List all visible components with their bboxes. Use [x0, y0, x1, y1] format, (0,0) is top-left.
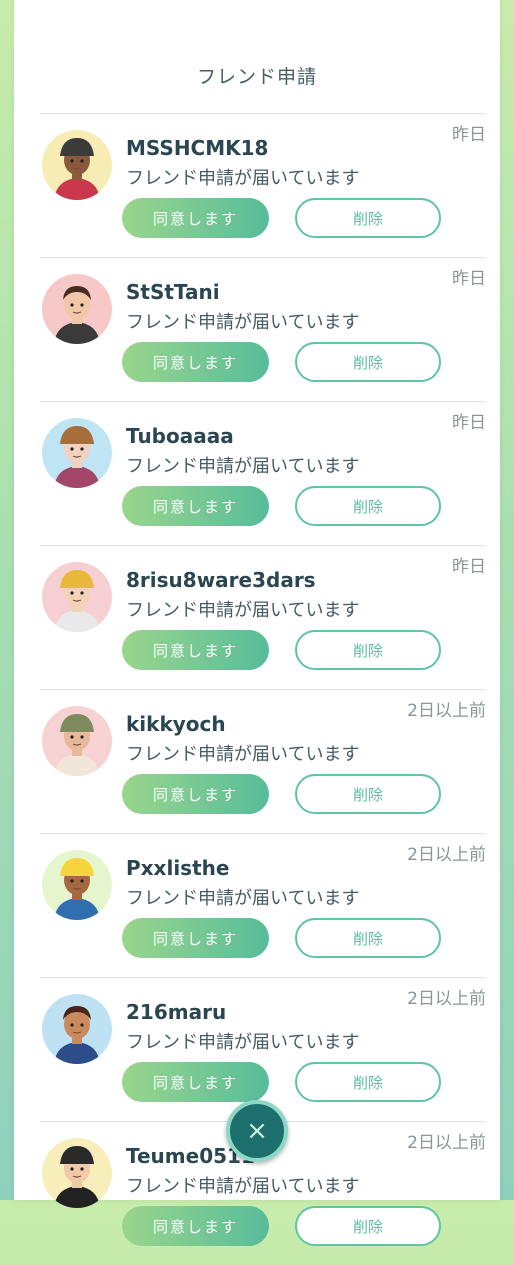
- delete-button[interactable]: 削除: [295, 342, 441, 382]
- close-button[interactable]: ×: [226, 1100, 288, 1162]
- accept-button[interactable]: 同意します: [122, 918, 269, 958]
- accept-button[interactable]: 同意します: [122, 630, 269, 670]
- delete-button[interactable]: 削除: [295, 918, 441, 958]
- request-time: 2日以上前: [403, 696, 486, 721]
- close-icon: ×: [246, 1116, 268, 1146]
- request-time: 2日以上前: [403, 1128, 486, 1153]
- delete-button[interactable]: 削除: [295, 630, 441, 670]
- avatar[interactable]: [42, 562, 112, 632]
- avatar[interactable]: [42, 274, 112, 344]
- friend-request-item: 216maru フレンド申請が届いています 2日以上前同意します 削除: [40, 977, 486, 1121]
- trainer-name: MSSHCMK18: [126, 136, 269, 160]
- page-title: フレンド申請: [196, 66, 317, 88]
- trainer-name: Tuboaaaa: [126, 424, 234, 448]
- request-time: 昨日: [448, 552, 486, 577]
- trainer-name: 8risu8ware3dars: [126, 568, 316, 592]
- request-message: フレンド申請が届いています: [126, 456, 360, 477]
- friend-request-item: kikkyoch フレンド申請が届いています 2日以上前同意します 削除: [40, 689, 486, 833]
- friend-request-item: MSSHCMK18 フレンド申請が届いています 昨日同意します 削除: [40, 113, 486, 257]
- accept-button[interactable]: 同意します: [122, 198, 269, 238]
- delete-button[interactable]: 削除: [295, 486, 441, 526]
- accept-button[interactable]: 同意します: [122, 1206, 269, 1246]
- friend-request-item: Pxxlisthe フレンド申請が届いています 2日以上前同意します 削除: [40, 833, 486, 977]
- delete-button[interactable]: 削除: [295, 774, 441, 814]
- trainer-name: kikkyoch: [126, 712, 226, 736]
- avatar[interactable]: [42, 418, 112, 488]
- request-message: フレンド申請が届いています: [126, 888, 360, 909]
- accept-button[interactable]: 同意します: [122, 1062, 269, 1102]
- delete-button[interactable]: 削除: [295, 1206, 441, 1246]
- request-time: 2日以上前: [403, 984, 486, 1009]
- request-time: 昨日: [448, 264, 486, 289]
- friend-request-list[interactable]: MSSHCMK18 フレンド申請が届いています 昨日 同意します 削除 StStTani フ…: [40, 113, 486, 1265]
- delete-button[interactable]: 削除: [295, 198, 441, 238]
- request-time: 昨日: [448, 120, 486, 145]
- delete-button[interactable]: 削除: [295, 1062, 441, 1102]
- request-time: 2日以上前: [403, 840, 486, 865]
- accept-button[interactable]: 同意します: [122, 774, 269, 814]
- request-message: フレンド申請が届いています: [126, 744, 360, 765]
- avatar[interactable]: [42, 850, 112, 920]
- avatar[interactable]: [42, 1138, 112, 1208]
- request-message: フレンド申請が届いています: [126, 1032, 360, 1053]
- friend-request-item: StStTani フレンド申請が届いています 昨日同意します 削除: [40, 257, 486, 401]
- request-message: フレンド申請が届いています: [126, 312, 360, 333]
- avatar[interactable]: [42, 994, 112, 1064]
- accept-button[interactable]: 同意します: [122, 486, 269, 526]
- accept-button[interactable]: 同意します: [122, 342, 269, 382]
- trainer-name: Pxxlisthe: [126, 856, 230, 880]
- request-message: フレンド申請が届いています: [126, 1176, 360, 1197]
- friend-request-item: Tuboaaaa フレンド申請が届いています 昨日同意します 削除: [40, 401, 486, 545]
- avatar[interactable]: [42, 706, 112, 776]
- trainer-name: 216maru: [126, 1000, 227, 1024]
- trainer-name: StStTani: [126, 280, 220, 304]
- request-message: フレンド申請が届いています: [126, 168, 360, 189]
- request-time: 昨日: [448, 408, 486, 433]
- request-message: フレンド申請が届いています: [126, 600, 360, 621]
- avatar[interactable]: [42, 130, 112, 200]
- friend-request-item: 8risu8ware3dars フレンド申請が届いています 昨日同意します 削除: [40, 545, 486, 689]
